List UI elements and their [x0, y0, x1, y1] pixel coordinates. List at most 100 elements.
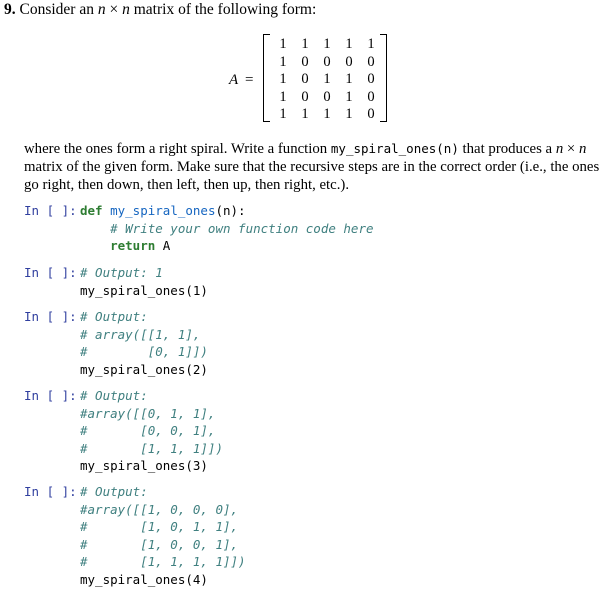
cell-prompt: In [ ]: [24, 309, 77, 324]
code-keyword: def [80, 203, 111, 218]
code-line: # [0, 1]]) [80, 343, 208, 361]
matrix-cell: 1 [323, 36, 331, 52]
code-line: my_spiral_ones(3) [80, 457, 223, 475]
code-comment: # Output: [80, 388, 148, 403]
matrix-cell: 0 [367, 53, 375, 70]
code-line: my_spiral_ones(2) [80, 361, 208, 379]
code-comment: # [1, 0, 0, 1], [80, 536, 239, 552]
code-line: # Output: [80, 483, 246, 501]
code-text: my_spiral_ones(1) [80, 282, 208, 298]
code-text: my_spiral_ones(3) [80, 458, 208, 474]
matrix-cell: 1 [279, 53, 287, 70]
code-cell-3[interactable]: # Output: # array([[1, 1], # [0, 1]]) my_sp… [80, 308, 208, 378]
code-line: # [1, 1, 1]]) [80, 440, 223, 458]
code-comment: # Output: [80, 309, 148, 324]
code-line: # Output: 1 [80, 264, 208, 282]
code-comment: # array([[1, 1], [80, 326, 201, 342]
cell-prompt: In [ ]: [24, 484, 77, 499]
matrix-row: 11111 [275, 36, 379, 53]
code-comment: # Output: [80, 484, 148, 499]
code-line: # [1, 1, 1, 1]]) [80, 553, 246, 571]
code-cell-2[interactable]: # Output: 1 my_spiral_ones(1) [80, 264, 208, 299]
description-line-2: matrix of the given form. Make sure that… [24, 159, 600, 175]
code-text: my_spiral_ones(2) [80, 361, 208, 377]
cell-prompt: In [ ]: [24, 388, 77, 403]
matrix-row: 10000 [275, 54, 379, 71]
code-line: return A [80, 237, 374, 255]
code-line: # Output: [80, 308, 208, 326]
matrix-cell: 1 [345, 106, 353, 122]
matrix-row: 10010 [275, 89, 379, 106]
matrix-cell: 1 [301, 36, 309, 52]
code-line: def my_spiral_ones(n): [80, 202, 374, 220]
matrix-cell: 1 [345, 88, 353, 105]
matrix-row: 10110 [275, 71, 379, 88]
function-name-code: my_spiral_ones(n) [330, 141, 459, 156]
matrix-cell: 0 [345, 53, 353, 70]
code-comment: #array([[0, 1, 1], [80, 405, 216, 421]
matrix-cell: 1 [279, 71, 287, 87]
code-line: # [1, 0, 1, 1], [80, 518, 246, 536]
math-times: × [109, 1, 119, 18]
matrix-equals: = [245, 72, 254, 88]
description-line-3: go right, then down, then left, then up,… [24, 177, 350, 193]
matrix-cell: 1 [301, 106, 309, 122]
matrix-row: 11110 [275, 106, 379, 123]
matrix-cell: 0 [323, 53, 331, 70]
matrix-cell: 1 [345, 36, 353, 52]
code-comment: # [0, 0, 1], [80, 423, 216, 439]
code-cell-4[interactable]: # Output: #array([[0, 1, 1], # [0, 0, 1], #… [80, 387, 223, 475]
code-line: my_spiral_ones(1) [80, 282, 208, 300]
right-bracket [380, 34, 387, 122]
matrix-cell: 1 [367, 36, 375, 52]
code-cell-5[interactable]: # Output: #array([[1, 0, 0, 0], # [1, 0, 1… [80, 483, 246, 589]
left-bracket [263, 34, 270, 122]
matrix-cell: 0 [301, 53, 309, 70]
code-line: #array([[0, 1, 1], [80, 405, 223, 423]
code-line: #array([[1, 0, 0, 0], [80, 501, 246, 519]
matrix-cell: 0 [367, 71, 375, 87]
code-line: # Write your own function code here [80, 220, 374, 238]
matrix-cell: 0 [367, 88, 375, 105]
spiral-matrix: 1111110000101101001011110 [263, 34, 387, 122]
code-comment: # [1, 1, 1]]) [80, 440, 223, 456]
matrix-cell: 0 [301, 71, 309, 87]
code-comment: # [1, 1, 1, 1]]) [80, 554, 246, 570]
code-comment: # Write your own function code here [80, 220, 374, 236]
code-comment: #array([[1, 0, 0, 0], [80, 501, 239, 517]
code-comment: # [0, 1]]) [80, 344, 208, 360]
code-function-name: my_spiral_ones [110, 203, 216, 218]
question-intro: Consider an [19, 1, 94, 18]
matrix-cell: 1 [279, 36, 287, 52]
code-comment: # [1, 0, 1, 1], [80, 519, 239, 535]
question-heading: 9. Consider an n × n matrix of the follo… [4, 1, 316, 19]
cell-prompt: In [ ]: [24, 203, 77, 218]
cell-prompt: In [ ]: [24, 265, 77, 280]
matrix-label: A [229, 72, 239, 88]
code-keyword: return [110, 238, 156, 254]
matrix-cell: 0 [323, 88, 331, 105]
code-text: (n): [215, 203, 246, 218]
code-line: my_spiral_ones(4) [80, 571, 246, 589]
matrix-cell: 1 [279, 88, 287, 105]
matrix-cell: 1 [323, 106, 331, 122]
code-line: # [1, 0, 0, 1], [80, 536, 246, 554]
math-n: n [122, 1, 130, 18]
code-text: A [155, 238, 171, 254]
code-cell-1[interactable]: def my_spiral_ones(n): # Write your own … [80, 202, 374, 255]
code-line: # [0, 0, 1], [80, 422, 223, 440]
code-text: my_spiral_ones(4) [80, 571, 208, 587]
description-line-1: where the ones form a right spiral. Writ… [24, 141, 587, 157]
question-number: 9. [4, 1, 16, 18]
code-line: # Output: [80, 387, 223, 405]
math-n: n [97, 1, 106, 18]
matrix-cell: 1 [279, 106, 287, 122]
matrix-cell: 1 [323, 71, 331, 87]
code-comment: # Output: 1 [80, 265, 163, 280]
matrix-cell: 0 [367, 106, 375, 122]
question-rest: matrix of the following form: [133, 1, 317, 18]
matrix-cell: 0 [301, 88, 309, 105]
matrix-cell: 1 [345, 71, 353, 87]
code-line: # array([[1, 1], [80, 326, 208, 344]
